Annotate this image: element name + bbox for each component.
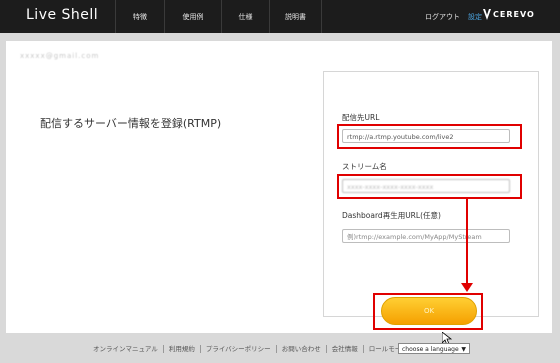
nav-specs[interactable]: 仕様 [221, 0, 269, 33]
nav-use-cases[interactable]: 使用例 [164, 0, 221, 33]
rtmp-form: 配信先URL rtmp://a.rtmp.youtube.com/live2 ス… [323, 71, 539, 346]
dashboard-input[interactable]: 例)rtmp://example.com/MyApp/MyStream [342, 229, 510, 243]
footer-link-manual[interactable]: オンラインマニュアル [88, 345, 164, 353]
page-title: 配信するサーバー情報を登録(RTMP) [40, 117, 222, 130]
footer-link-contact[interactable]: お問い合わせ [277, 345, 327, 353]
dashboard-label: Dashboard再生用URL(任意) [342, 211, 441, 220]
footer-link-privacy[interactable]: プライバシーポリシー [201, 345, 277, 353]
settings-link[interactable]: 設定 [468, 12, 482, 22]
logout-link[interactable]: ログアウト [425, 12, 460, 22]
cerevo-logo-icon [483, 9, 491, 20]
stream-label: ストリーム名 [342, 162, 387, 171]
brand-name[interactable]: CEREVO [493, 10, 535, 19]
annotation-arrow-icon [461, 283, 473, 292]
ok-highlight [373, 293, 483, 330]
app-logo[interactable]: Live Shell [26, 7, 98, 23]
language-select-value: choose a language [402, 346, 459, 353]
main-panel: xxxxx@gmail.com 配信するサーバー情報を登録(RTMP) 配信先U… [6, 41, 552, 346]
main-nav: 特徴 使用例 仕様 説明書 [115, 0, 322, 33]
stream-highlight [337, 174, 522, 199]
url-highlight [337, 124, 522, 149]
annotation-arrow-line [466, 199, 468, 285]
language-select[interactable]: choose a language ▼ [398, 343, 470, 354]
chevron-down-icon: ▼ [461, 346, 466, 353]
account-email: xxxxx@gmail.com [20, 52, 100, 60]
footer: オンラインマニュアル 利用規約 プライバシーポリシー お問い合わせ 会社情報 ロ… [0, 340, 560, 363]
top-header: Live Shell 特徴 使用例 仕様 説明書 ログアウト 設定 CEREVO [0, 0, 560, 33]
url-label: 配信先URL [342, 113, 380, 122]
footer-links: オンラインマニュアル 利用規約 プライバシーポリシー お問い合わせ 会社情報 ロ… [88, 345, 413, 353]
footer-link-company[interactable]: 会社情報 [327, 345, 364, 353]
footer-link-terms[interactable]: 利用規約 [164, 345, 201, 353]
nav-features[interactable]: 特徴 [115, 0, 164, 33]
nav-manual[interactable]: 説明書 [269, 0, 322, 33]
